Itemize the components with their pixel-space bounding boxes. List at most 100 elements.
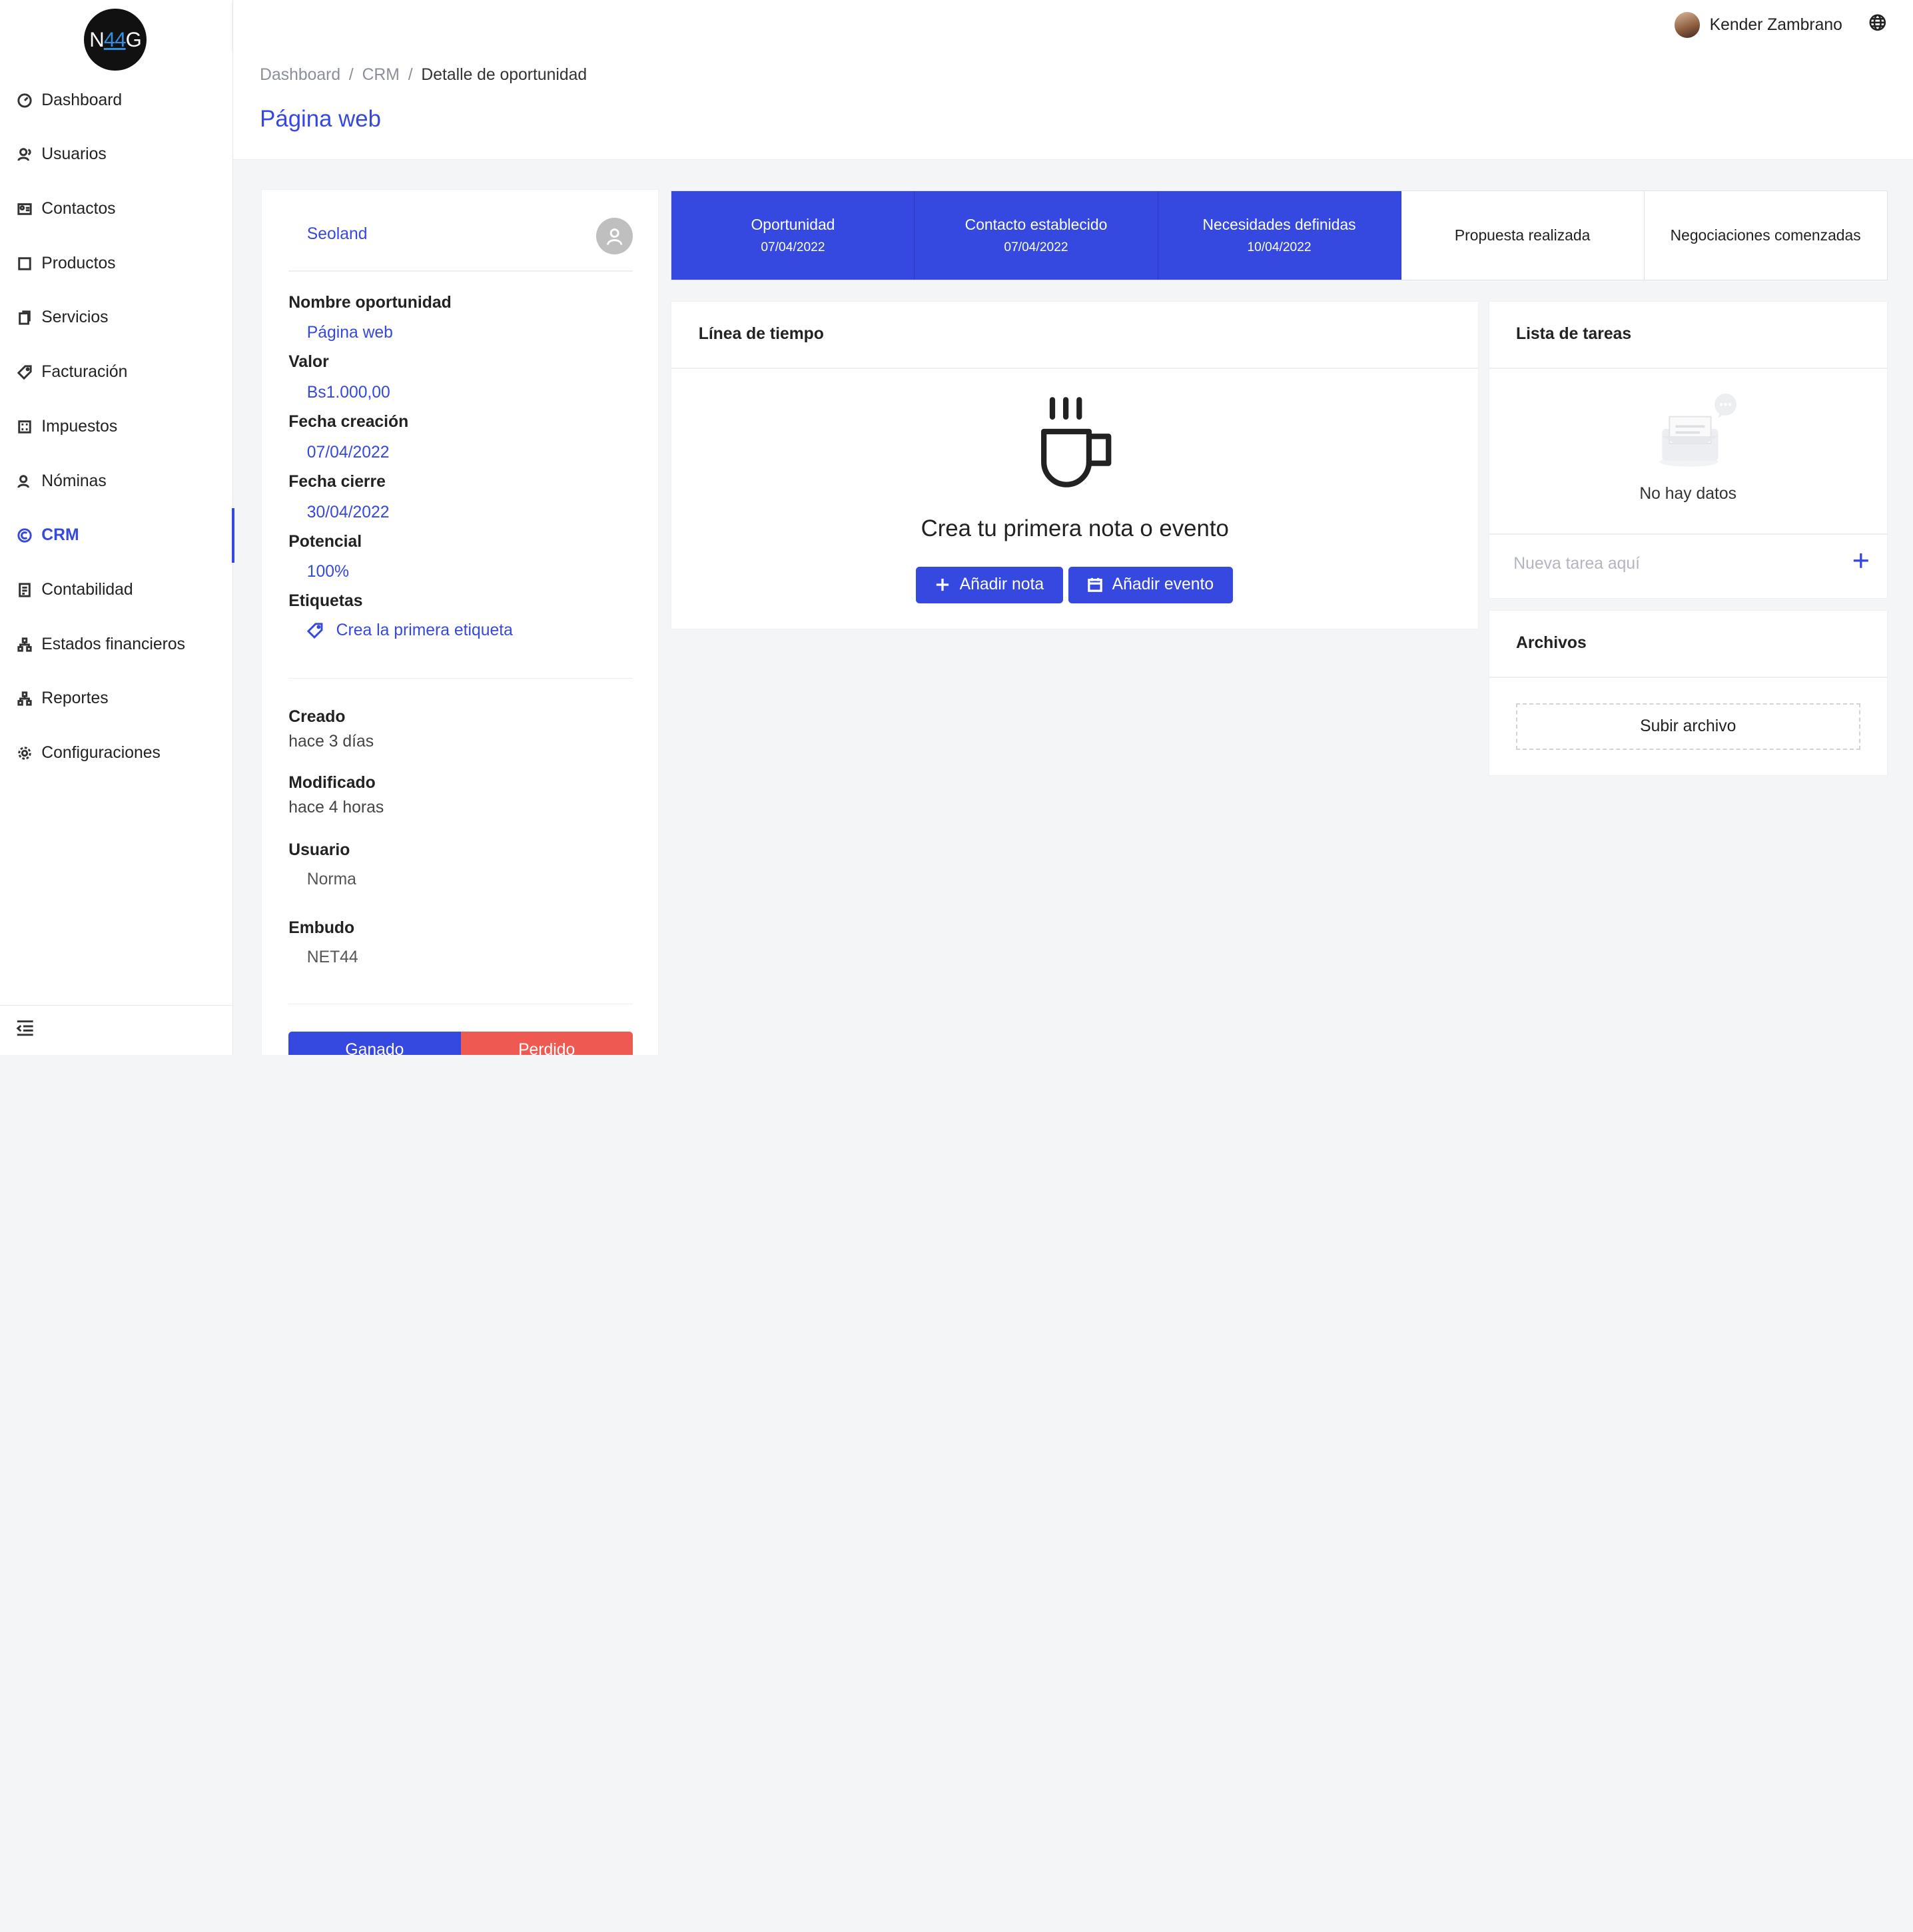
payroll-icon [16, 473, 33, 490]
page-title: Página web [260, 106, 381, 133]
field-value-potential[interactable]: 100% [307, 563, 349, 581]
field-label-created: Fecha creación [288, 413, 409, 432]
contacts-icon [16, 200, 33, 218]
sidebar-item-impuestos[interactable]: Impuestos [0, 400, 233, 454]
sidebar-item-label: Reportes [41, 689, 109, 708]
field-label-close: Fecha cierre [288, 472, 386, 491]
dashboard-icon [16, 92, 33, 109]
new-task-input[interactable]: Nueva tarea aquí [1513, 555, 1640, 573]
products-icon [16, 255, 33, 272]
sidebar-collapse-button[interactable] [0, 1005, 233, 1055]
meta-label-user: Usuario [288, 841, 350, 860]
org-icon [16, 636, 33, 653]
sidebar-item-label: Dashboard [41, 91, 123, 109]
sidebar-item-reportes[interactable]: Reportes [0, 671, 233, 726]
sidebar-item-servicios[interactable]: Servicios [0, 291, 233, 346]
tasks-empty-message: No hay datos [1639, 485, 1736, 503]
plus-icon [1854, 553, 1869, 569]
sidebar-item-label: Servicios [41, 308, 109, 327]
stage-negociaciones-comenzadas[interactable]: Negociaciones comenzadas [1645, 191, 1887, 280]
tasks-title: Lista de tareas [1515, 325, 1632, 344]
stage-propuesta-realizada[interactable]: Propuesta realizada [1401, 190, 1645, 280]
stage-name: Contacto establecido [964, 216, 1108, 234]
sidebar-item-label: Contactos [41, 200, 116, 218]
divider [288, 677, 633, 679]
sidebar-item-label: Facturación [41, 363, 128, 382]
stage-name: Oportunidad [751, 216, 835, 234]
stage-name: Propuesta realizada [1454, 226, 1591, 244]
timeline-empty-message: Crea tu primera nota o evento [921, 515, 1229, 541]
users-icon [16, 147, 33, 164]
user-name: Kender Zambrano [1709, 15, 1842, 34]
field-value-created[interactable]: 07/04/2022 [307, 444, 390, 462]
divider [288, 270, 633, 272]
sidebar-item-nominas[interactable]: Nóminas [0, 454, 233, 509]
globe-icon[interactable] [1869, 14, 1886, 37]
add-note-label: Añadir nota [959, 575, 1044, 594]
field-label-name: Nombre oportunidad [288, 293, 452, 312]
sidebar-item-facturacion[interactable]: Facturación [0, 345, 233, 400]
taxes-icon [16, 418, 33, 436]
logo-text-mid: 44 [103, 27, 127, 51]
timeline-title: Línea de tiempo [698, 325, 824, 344]
sidebar-item-label: Impuestos [41, 417, 118, 436]
stage-date: 10/04/2022 [1247, 240, 1312, 254]
sidebar: N 44 G Dashboard Usuarios Contactos Produc… [0, 0, 234, 1056]
empty-inbox-icon [1657, 392, 1742, 470]
stage-necesidades-definidas[interactable]: Necesidades definidas 10/04/2022 [1158, 190, 1401, 280]
sidebar-item-crm[interactable]: CRM [0, 508, 234, 563]
company-avatar[interactable] [595, 218, 633, 254]
won-lost-group: Ganado Perdido [288, 1031, 633, 1056]
sidebar-item-contactos[interactable]: Contactos [0, 182, 233, 236]
won-button[interactable]: Ganado [288, 1031, 461, 1056]
meta-value-modified: hace 4 horas [288, 798, 384, 816]
add-task-button[interactable] [1852, 552, 1870, 569]
logo-text-right: G [125, 27, 142, 51]
stage-name: Negociaciones comenzadas [1670, 226, 1861, 244]
sidebar-item-dashboard[interactable]: Dashboard [0, 73, 233, 128]
lost-button[interactable]: Perdido [460, 1031, 633, 1056]
stage-date: 07/04/2022 [761, 240, 825, 254]
divider [288, 1003, 633, 1005]
sidebar-item-estados-financieros[interactable]: Estados financieros [0, 617, 233, 672]
crm-icon [16, 527, 33, 544]
files-card: Archivos Subir archivo [1488, 609, 1888, 776]
divider [1489, 676, 1887, 678]
company-link[interactable]: Seoland [307, 225, 368, 244]
stage-name: Necesidades definidas [1202, 216, 1356, 234]
sidebar-item-contabilidad[interactable]: Contabilidad [0, 563, 233, 617]
add-event-button[interactable]: Añadir evento [1068, 566, 1234, 603]
add-note-button[interactable]: Añadir nota [915, 566, 1064, 603]
sidebar-item-label: Contabilidad [41, 580, 133, 599]
field-label-value: Valor [288, 353, 329, 372]
meta-label-modified: Modificado [288, 774, 376, 793]
sidebar-item-configuraciones[interactable]: Configuraciones [0, 726, 233, 781]
opportunity-detail-card: Seoland Nombre oportunidad Página web Va… [260, 188, 659, 1056]
stage-contacto-establecido[interactable]: Contacto establecido 07/04/2022 [915, 190, 1158, 280]
field-label-tags: Etiquetas [288, 592, 363, 611]
sidebar-item-usuarios[interactable]: Usuarios [0, 128, 233, 182]
meta-label-funnel: Embudo [288, 919, 355, 938]
breadcrumb-crm[interactable]: CRM [362, 66, 400, 84]
gear-icon [16, 745, 33, 762]
meta-value-funnel: NET44 [306, 948, 358, 967]
meta-label-created: Creado [288, 708, 346, 727]
field-value-name[interactable]: Página web [307, 324, 393, 342]
avatar [1674, 12, 1700, 38]
stage-oportunidad[interactable]: Oportunidad 07/04/2022 [671, 190, 915, 280]
field-value-value[interactable]: Bs1.000,00 [307, 384, 390, 402]
timeline-card: Línea de tiempo Crea tu primera nota o e… [671, 301, 1479, 630]
create-tag-link[interactable]: Crea la primera etiqueta [306, 621, 513, 640]
upload-file-button[interactable]: Subir archivo [1515, 703, 1860, 750]
tag-icon [16, 364, 33, 381]
user-menu[interactable]: Kender Zambrano [1674, 12, 1842, 38]
plus-icon [936, 579, 949, 591]
brand-logo[interactable]: N 44 G [84, 8, 147, 71]
divider [671, 368, 1478, 370]
breadcrumb-dashboard[interactable]: Dashboard [260, 66, 340, 84]
reports-icon [16, 690, 33, 707]
sidebar-item-label: Estados financieros [41, 635, 185, 653]
sidebar-item-productos[interactable]: Productos [0, 236, 233, 291]
accounting-icon [16, 581, 33, 599]
field-value-close[interactable]: 30/04/2022 [307, 503, 390, 522]
